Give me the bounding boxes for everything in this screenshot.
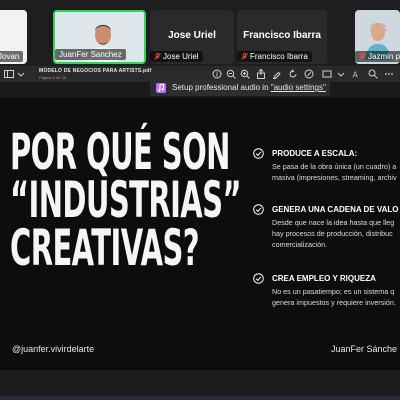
info-icon[interactable] <box>212 69 222 79</box>
check-circle-icon <box>253 204 264 215</box>
audio-setup-banner: Setup professional audio in "audio setti… <box>150 80 330 96</box>
slide-headline: POR QUÉ SON “INDUSTRIAS” CREATIVAS? <box>10 123 242 277</box>
zoom-out-icon[interactable] <box>226 69 236 79</box>
controls-strip <box>0 396 400 400</box>
participant-tile-active-speaker[interactable]: JuanFer Sanchez <box>53 10 146 64</box>
meeting-window: Jovan JuanFer Sanchez Jose Uriel Jose Ur… <box>0 0 400 400</box>
markup-icon[interactable] <box>304 69 314 79</box>
participant-name-label: Francisco Ibarra <box>237 51 312 62</box>
chevron-down-icon[interactable] <box>16 69 26 79</box>
bullet-title: CREA EMPLEO Y RIQUEZA <box>272 274 376 283</box>
bullet-title: PRODUCE A ESCALA: <box>272 149 358 158</box>
participant-name: Francisco Ibarra <box>250 52 308 61</box>
text-size-icon[interactable]: A <box>352 69 362 80</box>
share-icon[interactable] <box>256 69 266 79</box>
mic-muted-icon <box>241 53 248 60</box>
banner-text: Setup professional audio in <box>172 83 271 92</box>
participant-name: Jazmin perez (es <box>368 52 400 61</box>
search-icon[interactable] <box>368 69 378 79</box>
highlight-icon[interactable] <box>272 69 282 79</box>
participant-tile[interactable]: Francisco Ibarra Francisco Ibarra <box>237 10 327 64</box>
participant-name: JuanFer Sanchez <box>55 49 126 60</box>
chevron-down-icon[interactable] <box>336 69 346 79</box>
check-circle-icon <box>253 273 264 284</box>
participant-tile[interactable]: Jose Uriel Jose Uriel <box>150 10 234 64</box>
mic-muted-icon <box>359 53 366 60</box>
pdf-file-title: MODELO DE NEGOCIOS PARA ARTISTS.pdf <box>39 68 152 74</box>
pdf-page-indicator: Página 8 de 20 <box>39 75 66 80</box>
more-icon[interactable] <box>384 69 394 79</box>
bullet-text: No es un pasatiempo; es un sistema q gen… <box>272 287 396 307</box>
slide-signature: JuanFer Sánche <box>331 344 398 354</box>
rotate-icon[interactable] <box>288 69 298 79</box>
sidebar-toggle-icon[interactable] <box>4 69 14 79</box>
participant-name: Jovan <box>0 51 24 62</box>
svg-text:A: A <box>353 71 359 80</box>
participant-name-label: Jose Uriel <box>150 51 203 62</box>
participant-name: Jose Uriel <box>163 52 199 61</box>
participant-display-name: Francisco Ibarra <box>243 30 321 41</box>
bullet-title: GENERA UNA CADENA DE VALO <box>272 205 399 214</box>
participant-name-label: Jazmin perez (es <box>355 51 400 62</box>
participant-tile[interactable]: Jovan <box>0 10 27 64</box>
check-circle-icon <box>253 148 264 159</box>
participant-tile[interactable]: Jazmin perez (es <box>355 10 400 64</box>
audio-icon <box>156 83 166 93</box>
participant-display-name: Jose Uriel <box>168 30 216 41</box>
shared-slide: POR QUÉ SON “INDUSTRIAS” CREATIVAS? PROD… <box>0 98 400 370</box>
bullet-text: Desde que nace la idea hasta que lleg ha… <box>272 218 395 249</box>
meeting-controls-area <box>0 370 400 400</box>
bullet-text: Se pasa de la obra única (un cuadro) a m… <box>272 162 397 182</box>
slide-handle: @juanfer.vivirdelarte <box>12 344 95 354</box>
mic-muted-icon <box>154 53 161 60</box>
audio-settings-link[interactable]: "audio settings" <box>271 83 326 92</box>
zoom-in-icon[interactable] <box>240 69 250 79</box>
participant-strip: Jovan JuanFer Sanchez Jose Uriel Jose Ur… <box>0 0 400 66</box>
window-icon[interactable] <box>322 69 332 79</box>
